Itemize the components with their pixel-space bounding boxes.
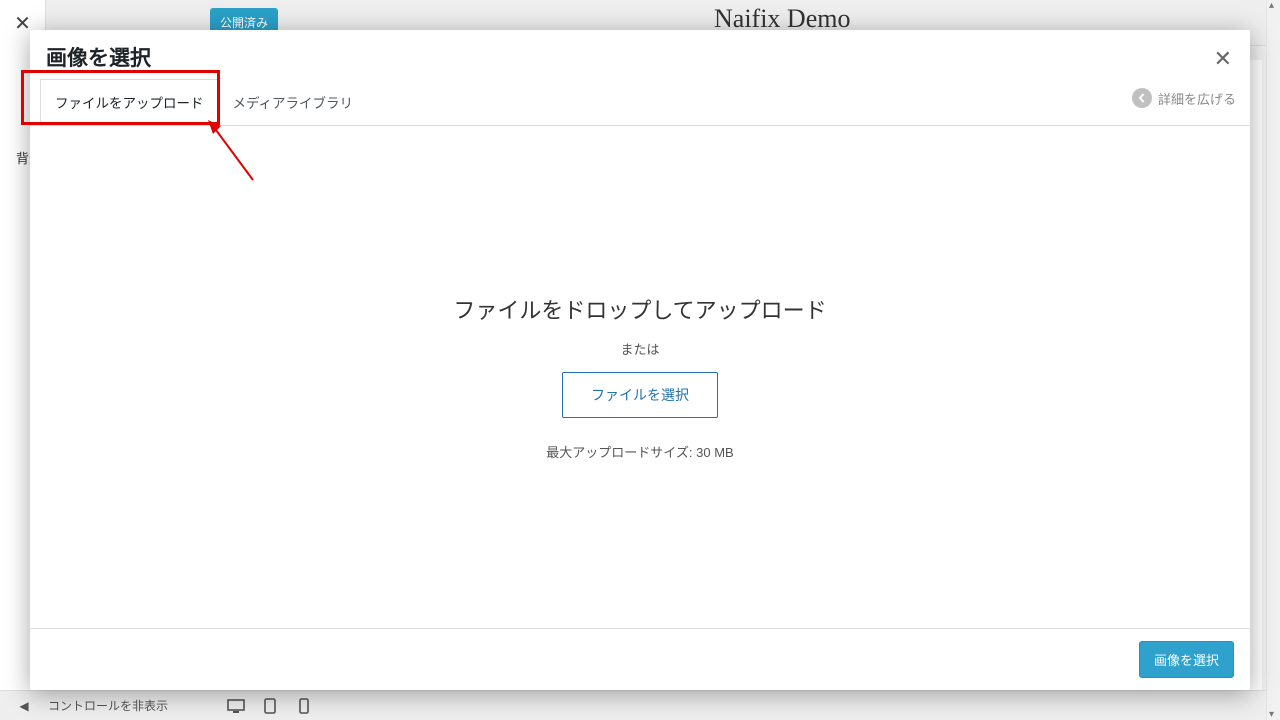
mobile-icon[interactable] [294, 698, 314, 714]
upload-dropzone[interactable]: ファイルをドロップしてアップロード または ファイルを選択 最大アップロードサイ… [30, 126, 1250, 628]
tablet-icon[interactable] [260, 698, 280, 714]
media-modal: 画像を選択 ✕ ファイルをアップロード メディアライブラリ 詳細を広げる ファイ… [30, 30, 1250, 690]
expand-details-label: 詳細を広げる [1158, 89, 1236, 108]
modal-tabs: ファイルをアップロード メディアライブラリ 詳細を広げる [30, 78, 1250, 126]
chevron-left-icon [1132, 88, 1152, 108]
desktop-icon[interactable] [226, 698, 246, 714]
modal-title: 画像を選択 [46, 42, 1234, 72]
modal-footer: 画像を選択 [30, 628, 1250, 690]
hide-controls-label[interactable]: コントロールを非表示 [48, 697, 168, 714]
dropzone-title: ファイルをドロップしてアップロード [453, 293, 826, 325]
expand-details-toggle[interactable]: 詳細を広げる [1132, 88, 1236, 108]
tab-upload-files[interactable]: ファイルをアップロード [40, 79, 219, 125]
collapse-icon[interactable]: ◀ [14, 698, 34, 714]
dropzone-or-text: または [620, 339, 659, 358]
max-upload-size-text: 最大アップロードサイズ: 30 MB [546, 442, 733, 461]
customizer-bottombar: ◀ コントロールを非表示 [0, 690, 1266, 720]
modal-close-button[interactable]: ✕ [1214, 46, 1232, 72]
tab-media-library[interactable]: メディアライブラリ [219, 80, 368, 124]
modal-header: 画像を選択 [30, 30, 1250, 78]
page-scrollbar[interactable] [1266, 0, 1280, 720]
select-image-button[interactable]: 画像を選択 [1139, 641, 1234, 678]
select-files-button[interactable]: ファイルを選択 [562, 372, 718, 418]
